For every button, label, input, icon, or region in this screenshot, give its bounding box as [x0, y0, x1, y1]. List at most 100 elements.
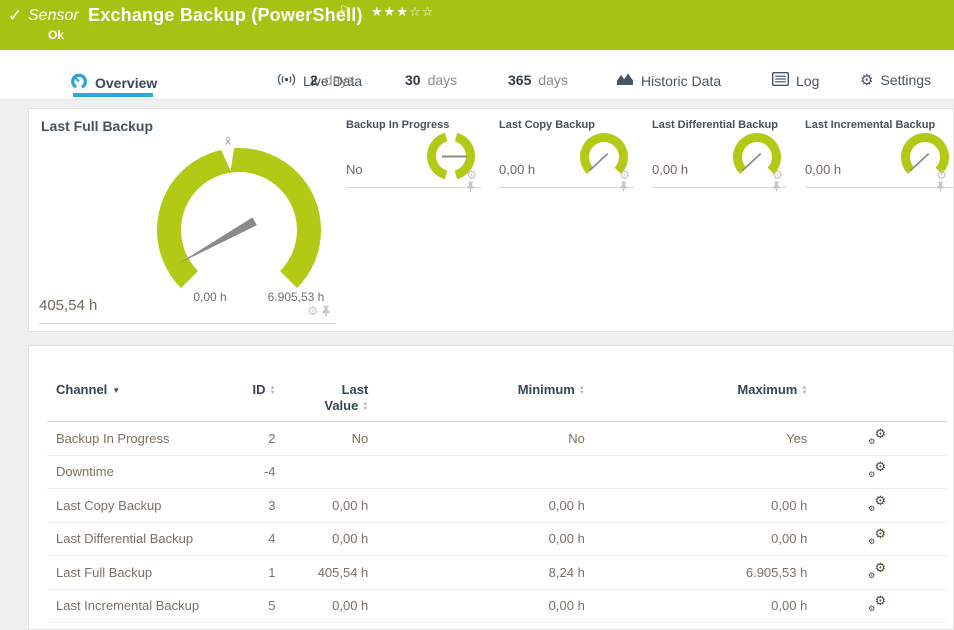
live-broadcast-icon	[277, 72, 296, 90]
tab-settings-label: Settings	[880, 72, 931, 88]
column-header-maximum[interactable]: Maximum▲▼	[585, 382, 808, 397]
channel-settings-icon[interactable]: ⚙⚙	[868, 462, 886, 478]
small-gauge-cell-last-differential-backup[interactable]: Last Differential Backup 0,00 h ⚙	[652, 116, 787, 188]
pin-icon[interactable]	[321, 305, 331, 317]
active-tab-underline	[73, 93, 153, 97]
tab-log-label: Log	[796, 73, 819, 89]
sort-desc-icon: ▼	[112, 386, 120, 395]
channel-name-link[interactable]: Last Copy Backup	[47, 498, 241, 513]
log-list-icon	[772, 72, 789, 89]
channel-name-link[interactable]: Downtime	[47, 464, 241, 479]
tab-historic-data[interactable]: Historic Data	[616, 72, 721, 89]
star-icon[interactable]: ☆	[409, 4, 422, 19]
tab-30-days[interactable]: 30 days	[405, 72, 457, 88]
column-header-minimum[interactable]: Minimum▲▼	[368, 382, 585, 397]
tab-365-days-unit: days	[538, 72, 568, 88]
gauge-gear-icon[interactable]: ⚙	[772, 169, 783, 181]
channel-settings-icon[interactable]: ⚙⚙	[868, 529, 886, 545]
column-header-id-label: ID	[253, 382, 266, 397]
small-gauge-cell-last-copy-backup[interactable]: Last Copy Backup 0,00 h ⚙	[499, 116, 634, 188]
channel-maximum: 0,00 h	[585, 498, 808, 513]
primary-gauge-cell[interactable]: Last Full Backup x̄ 0,00 h 6.905,53 h 40…	[29, 109, 337, 333]
tab-30-days-unit: days	[428, 72, 458, 88]
gauge-scale-min: 0,00 h	[170, 290, 250, 304]
channel-id: 2	[241, 431, 276, 446]
tab-log[interactable]: Log	[772, 72, 819, 89]
channel-name-link[interactable]: Backup In Progress	[47, 431, 241, 446]
channel-minimum: 8,24 h	[368, 565, 585, 580]
primary-gauge-value: 405,54 h	[39, 297, 97, 314]
pin-icon[interactable]	[936, 181, 945, 192]
tab-365-days-number: 365	[508, 72, 531, 88]
column-header-channel[interactable]: Channel ▼	[47, 382, 241, 397]
primary-gauge-title: Last Full Backup	[41, 118, 153, 134]
gauge-gear-icon[interactable]: ⚙	[466, 169, 477, 181]
gauge-gear-icon[interactable]: ⚙	[307, 305, 318, 317]
small-gauge-cell-backup-in-progress[interactable]: Backup In Progress No ⚙	[346, 116, 481, 188]
channel-settings-icon[interactable]: ⚙⚙	[868, 596, 886, 612]
flag-icon: ⚐	[339, 3, 350, 17]
table-row[interactable]: Last Copy Backup 3 0,00 h 0,00 h 0,00 h …	[47, 489, 947, 523]
column-header-value-label: Value	[324, 398, 358, 413]
channel-settings-icon[interactable]: ⚙⚙	[868, 429, 886, 445]
small-gauge-value: No	[346, 162, 363, 177]
column-header-channel-label: Channel	[56, 382, 107, 397]
gauges-panel: Last Full Backup x̄ 0,00 h 6.905,53 h 40…	[28, 108, 954, 332]
table-row[interactable]: Last Incremental Backup 5 0,00 h 0,00 h …	[47, 590, 947, 624]
star-icon[interactable]: ★	[396, 4, 409, 19]
gauge-needle	[178, 217, 257, 264]
sensor-status-badge: Ok	[48, 28, 64, 42]
historic-chart-icon	[616, 72, 634, 89]
channel-minimum: 0,00 h	[368, 498, 585, 513]
gauge-icon	[70, 72, 88, 93]
object-kind-label: Sensor	[28, 7, 79, 25]
prtg-sensor-page: ✓ Sensor Exchange Backup (PowerShell) ⚐ …	[0, 0, 954, 630]
channel-name-link[interactable]: Last Differential Backup	[47, 531, 241, 546]
channel-last-value: 405,54 h	[276, 565, 369, 580]
channel-settings-icon[interactable]: ⚙⚙	[868, 496, 886, 512]
channel-minimum: 0,00 h	[368, 531, 585, 546]
sort-both-icon: ▲▼	[801, 386, 807, 396]
channels-table-panel: Channel▼ ID▲▼ Last Value▲▼ Minimum▲▼ Max…	[28, 345, 954, 630]
gauge-gear-icon[interactable]: ⚙	[619, 169, 630, 181]
star-icon[interactable]: ☆	[422, 4, 435, 19]
small-gauge-value: 0,00 h	[805, 162, 841, 177]
tab-overview[interactable]: Overview	[70, 72, 157, 93]
small-gauge-value: 0,00 h	[499, 162, 535, 177]
channel-name-link[interactable]: Last Incremental Backup	[47, 598, 241, 613]
column-header-minimum-label: Minimum	[518, 382, 575, 397]
channel-last-value: 0,00 h	[276, 598, 369, 613]
gauge-needle	[589, 154, 607, 171]
pin-icon[interactable]	[466, 181, 475, 192]
tab-settings[interactable]: ⚙ Settings	[860, 72, 931, 88]
tab-2-days[interactable]: 2 days	[310, 72, 354, 88]
primary-gauge[interactable]: x̄	[149, 135, 329, 315]
pin-icon[interactable]	[619, 181, 628, 192]
table-header-row: Channel▼ ID▲▼ Last Value▲▼ Minimum▲▼ Max…	[47, 382, 947, 422]
mean-marker-label: x̄	[225, 136, 231, 148]
small-gauge-cell-last-incremental-backup[interactable]: Last Incremental Backup 0,00 h ⚙	[805, 116, 954, 188]
pin-icon[interactable]	[772, 181, 781, 192]
table-row[interactable]: Backup In Progress 2 No No Yes ⚙⚙	[47, 422, 947, 456]
tab-2-days-unit: days	[325, 72, 355, 88]
table-row[interactable]: Downtime -4 ⚙⚙	[47, 456, 947, 490]
column-header-last-value[interactable]: Last Value▲▼	[276, 382, 369, 413]
table-row[interactable]: Last Full Backup 1 405,54 h 8,24 h 6.905…	[47, 556, 947, 590]
column-header-id[interactable]: ID▲▼	[241, 382, 276, 397]
channel-id: 1	[241, 565, 276, 580]
channel-last-value: 0,00 h	[276, 498, 369, 513]
column-header-last-label: Last	[276, 382, 369, 397]
channel-maximum: Yes	[585, 431, 808, 446]
channel-name-link[interactable]: Last Full Backup	[47, 565, 241, 580]
small-gauge-value: 0,00 h	[652, 162, 688, 177]
gauge-needle	[742, 154, 760, 171]
channel-settings-icon[interactable]: ⚙⚙	[868, 563, 886, 579]
gauge-gear-icon[interactable]: ⚙	[936, 169, 947, 181]
tab-overview-label: Overview	[95, 75, 157, 91]
channel-maximum: 0,00 h	[585, 531, 808, 546]
table-row[interactable]: Last Differential Backup 4 0,00 h 0,00 h…	[47, 523, 947, 557]
priority-stars[interactable]: ★★★☆☆	[371, 4, 434, 20]
tab-365-days[interactable]: 365 days	[508, 72, 568, 88]
star-icon[interactable]: ★	[371, 4, 384, 19]
star-icon[interactable]: ★	[384, 4, 397, 19]
